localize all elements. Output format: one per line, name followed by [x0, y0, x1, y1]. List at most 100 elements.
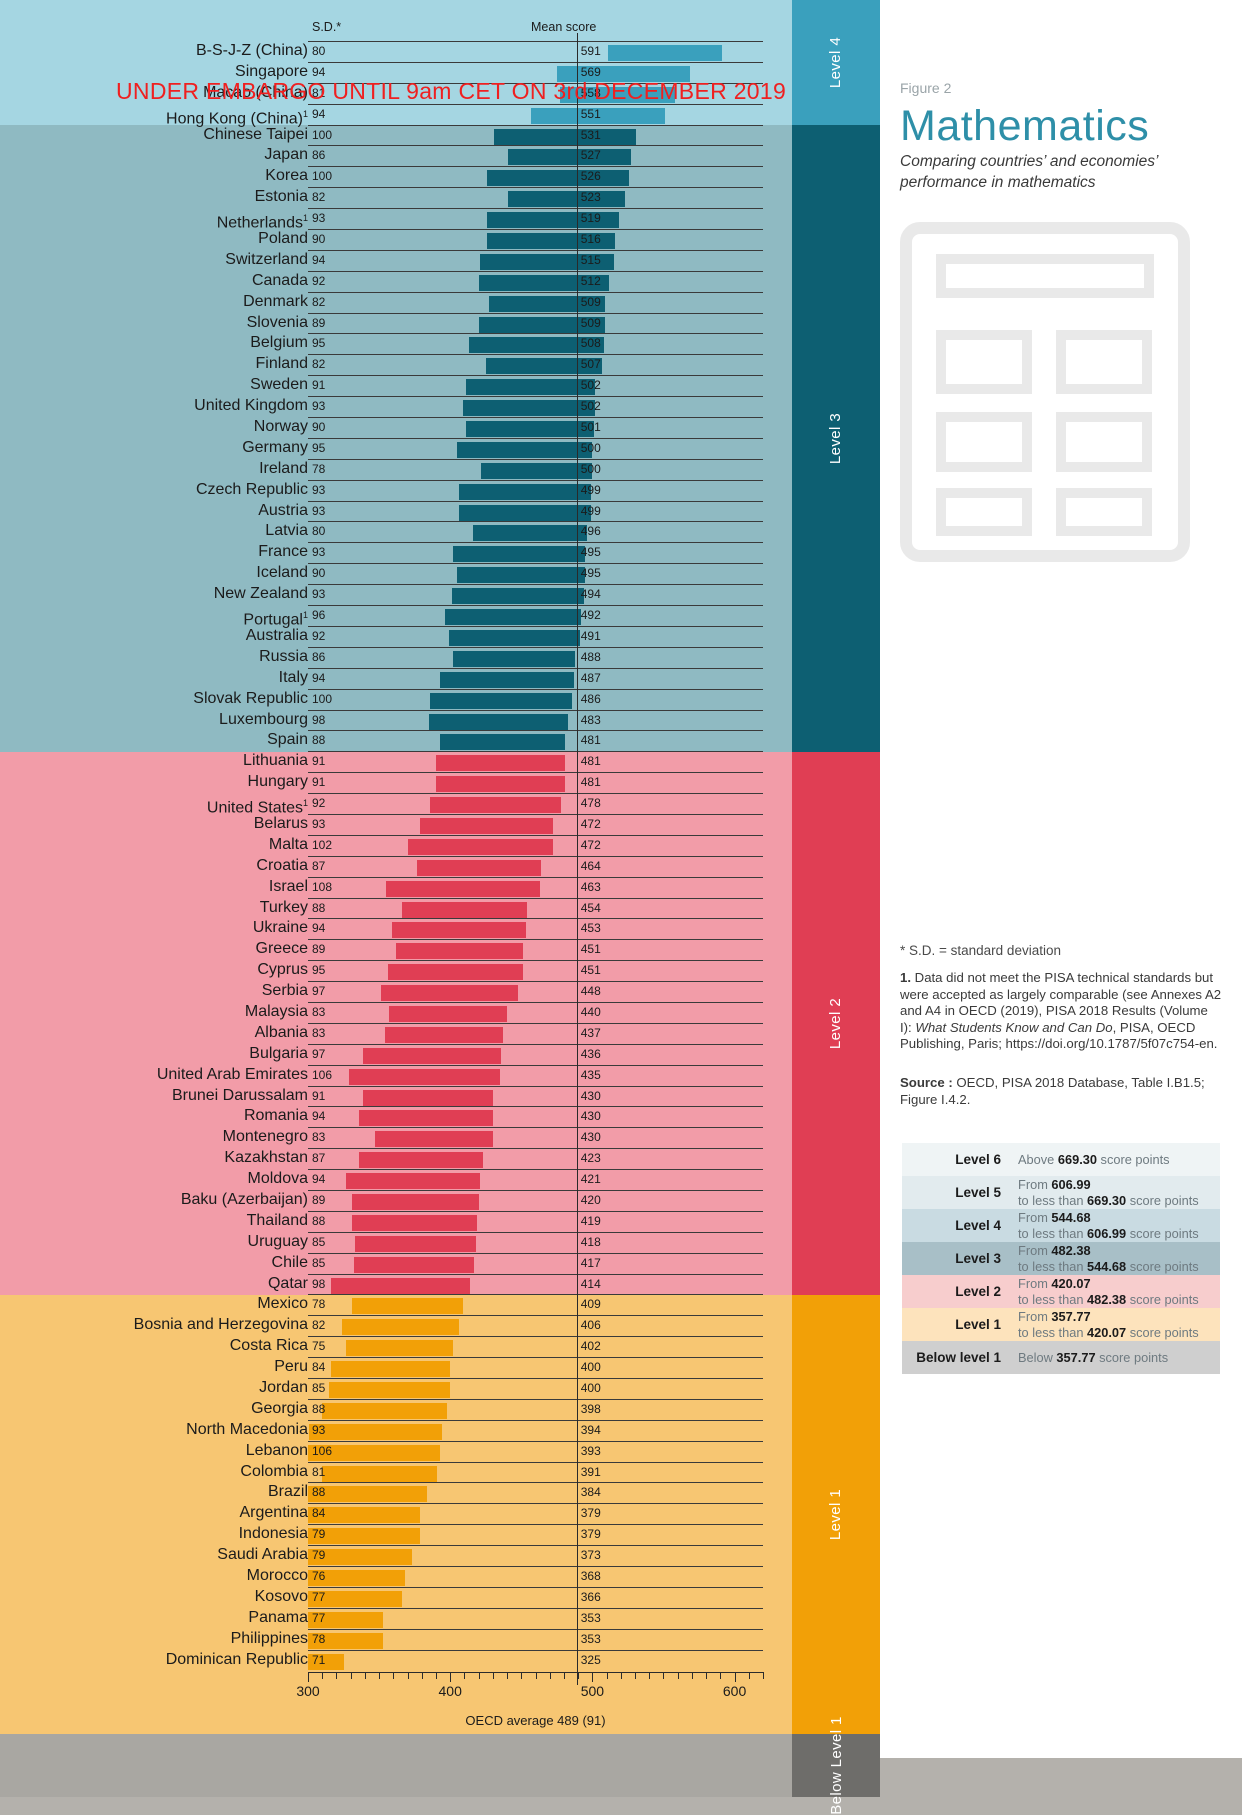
mean-score-value: 423 — [580, 1151, 601, 1166]
country-label: Italy — [278, 668, 308, 686]
country-label: Sweden — [250, 376, 308, 394]
legend-line-1: From 544.68 — [1018, 1210, 1091, 1226]
table-row: Russia 86 488 — [0, 646, 792, 668]
sd-value: 94 — [312, 252, 326, 267]
row-plot: 94 515 — [308, 249, 763, 271]
legend-level-range: Above 669.30 score points — [1010, 1143, 1220, 1176]
country-label: Baku (Azerbaijan) — [180, 1190, 308, 1208]
mean-score-value: 451 — [580, 942, 601, 957]
row-plot: 78 500 — [308, 458, 763, 480]
sd-value: 91 — [312, 754, 326, 769]
row-plot: 87 464 — [308, 855, 763, 877]
sd-value: 77 — [312, 1589, 326, 1604]
table-row: Chinese Taipei 100 531 — [0, 124, 792, 146]
score-bar — [508, 191, 626, 208]
mean-score-value: 394 — [580, 1422, 601, 1437]
sd-value: 71 — [312, 1652, 326, 1667]
table-row: Malta 102 472 — [0, 834, 792, 856]
row-plot: 89 451 — [308, 939, 763, 960]
row-plot: 88 481 — [308, 730, 763, 751]
country-label: Thailand — [246, 1211, 308, 1229]
table-row: Lebanon 106 393 — [0, 1440, 792, 1462]
row-plot: 108 463 — [308, 876, 763, 898]
row-plot: 82 523 — [308, 187, 763, 208]
score-bar — [458, 504, 591, 521]
axis-tick — [563, 1672, 565, 1680]
legend-level-range: From 357.77 to less than 420.07 score poi… — [1010, 1308, 1220, 1341]
table-row: Bulgaria 97 436 — [0, 1043, 792, 1065]
legend-row: Level 5 From 606.99 to less than 669.30 sc… — [902, 1176, 1220, 1209]
infographic-page: Level 4 Level 3 Level 2 Level 1 Below Level … — [0, 0, 1242, 1815]
country-label: Turkey — [259, 898, 308, 916]
table-row: Mexico 78 409 — [0, 1294, 792, 1315]
page-title: Mathematics — [900, 102, 1150, 150]
row-plot: 94 551 — [308, 103, 763, 125]
country-label: Romania — [243, 1107, 308, 1125]
table-row: Turkey 88 454 — [0, 897, 792, 919]
mean-score-value: 454 — [580, 900, 601, 915]
row-plot: 85 418 — [308, 1231, 763, 1253]
score-bar — [374, 1131, 493, 1148]
chart-panel: Level 4 Level 3 Level 2 Level 1 Below Level … — [0, 0, 880, 1815]
mean-score-value: 437 — [580, 1025, 601, 1040]
legend-level-name: Level 4 — [955, 1218, 1001, 1233]
score-bar — [457, 567, 586, 584]
country-label: Philippines — [230, 1629, 308, 1647]
country-label: Poland — [258, 230, 308, 248]
sd-value: 78 — [312, 1631, 326, 1646]
score-bar — [435, 776, 566, 793]
row-plot: 82 507 — [308, 354, 763, 375]
row-plot: 93 519 — [308, 208, 763, 229]
table-row: Lithuania 91 481 — [0, 751, 792, 772]
sd-value: 81 — [312, 1464, 326, 1479]
score-bar — [451, 588, 584, 605]
country-label: Montenegro — [222, 1128, 308, 1146]
country-label: Luxembourg — [219, 710, 308, 728]
row-plot: 92 512 — [308, 270, 763, 292]
row-plot: 86 488 — [308, 646, 763, 668]
table-row: Moldova 94 421 — [0, 1169, 792, 1190]
score-bar — [444, 609, 581, 626]
table-row: Malaysia 83 440 — [0, 1001, 792, 1023]
table-row: Bosnia and Herzegovina 82 406 — [0, 1315, 792, 1336]
sd-value: 83 — [312, 1130, 326, 1145]
score-bar — [396, 943, 523, 960]
mean-score-value: 483 — [580, 712, 601, 727]
mean-score-value: 516 — [580, 232, 601, 247]
country-label: Dominican Republic — [165, 1650, 308, 1668]
table-row: Kazakhstan 87 423 — [0, 1148, 792, 1169]
score-bar — [458, 483, 591, 500]
sd-value: 94 — [312, 64, 326, 79]
sd-value: 92 — [312, 796, 326, 811]
axis-tick — [393, 1672, 395, 1680]
table-row: Latvia 80 496 — [0, 521, 792, 542]
country-label: Colombia — [240, 1462, 308, 1480]
table-row: Cyprus 95 451 — [0, 960, 792, 981]
score-bar — [342, 1319, 459, 1336]
legend-row: Level 3 From 482.38 to less than 544.68 sc… — [902, 1242, 1220, 1275]
sd-value: 88 — [312, 733, 326, 748]
row-plot: 91 481 — [308, 772, 763, 793]
table-row: Hong Kong (China)1 94 551 — [0, 103, 792, 127]
table-row: United Kingdom 93 502 — [0, 396, 792, 417]
axis-tick — [592, 1672, 594, 1683]
mean-score-value: 418 — [580, 1234, 601, 1249]
sd-value: 85 — [312, 1234, 326, 1249]
score-bar — [430, 692, 573, 709]
table-row: Brazil 88 384 — [0, 1482, 792, 1503]
country-label: Korea — [265, 167, 308, 185]
country-label: Croatia — [256, 856, 308, 874]
country-label: Canada — [251, 271, 308, 289]
legend-line-1: Above 669.30 score points — [1018, 1151, 1170, 1167]
legend-level-name: Level 2 — [955, 1284, 1001, 1299]
sd-value: 89 — [312, 315, 326, 330]
country-label: Netherlands1 — [216, 213, 308, 232]
row-plot: 76 368 — [308, 1566, 763, 1587]
country-label: Morocco — [246, 1567, 308, 1585]
table-row: Qatar 98 414 — [0, 1273, 792, 1295]
legend-row: Level 6 Above 669.30 score points — [902, 1143, 1220, 1176]
country-label: Saudi Arabia — [217, 1546, 308, 1564]
country-label: Ukraine — [252, 919, 308, 937]
row-plot: 97 448 — [308, 981, 763, 1002]
row-plot: 84 379 — [308, 1503, 763, 1524]
